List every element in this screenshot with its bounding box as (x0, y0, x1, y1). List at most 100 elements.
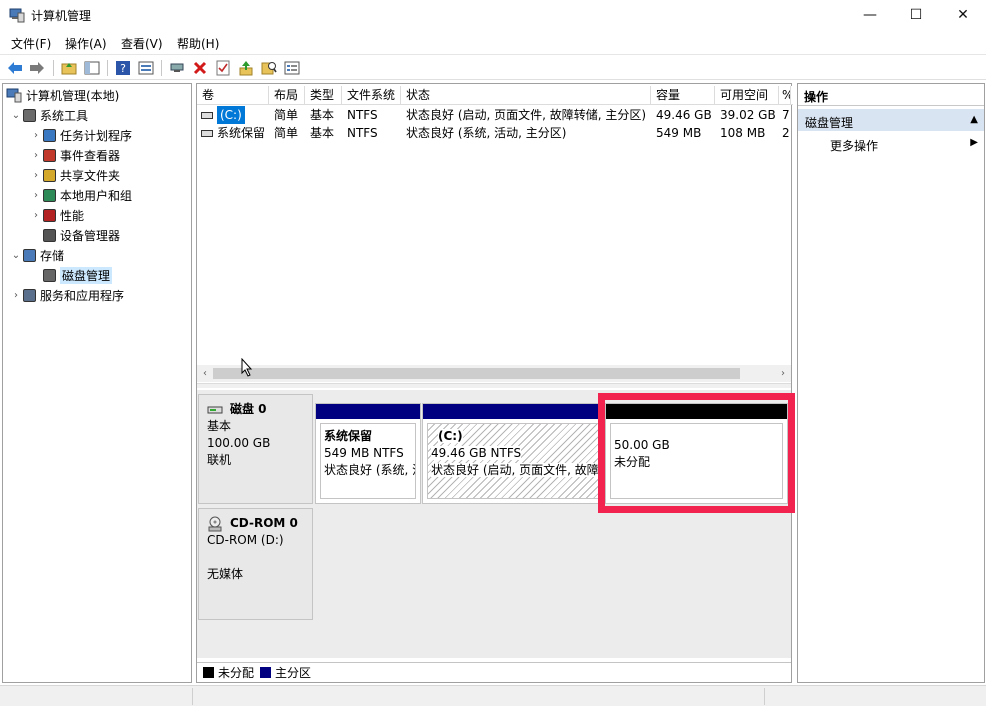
partition-name: 系统保留 (324, 429, 373, 443)
unallocated-bar (606, 404, 787, 419)
tree-item[interactable]: › 性能 (29, 206, 84, 224)
close-button[interactable]: ✕ (940, 0, 986, 30)
expanded-chevron-icon[interactable]: ⌄ (9, 250, 23, 261)
volume-name: 系统保留 (217, 126, 266, 140)
collapse-up-icon[interactable]: ▲ (970, 114, 978, 125)
table-row[interactable]: 系统保留 简单 基本 NTFS 状态良好 (系统, 活动, 主分区) 549 MB 108 … (197, 124, 793, 142)
menu-view[interactable]: 查看(V) (121, 35, 163, 52)
tree-item[interactable]: › 服务和应用程序 (9, 286, 124, 304)
collapsed-chevron-icon[interactable]: › (29, 150, 43, 161)
tree-item-label: 性能 (60, 208, 85, 223)
upload-icon[interactable] (237, 59, 255, 77)
disk-icon (43, 268, 56, 282)
cdrom-0-label[interactable]: CD-ROM 0 CD-ROM (D:) 无媒体 (198, 508, 313, 620)
cell-layout: 简单 (274, 108, 299, 122)
disk-0-label[interactable]: 磁盘 0 基本 100.00 GB 联机 (198, 394, 313, 504)
list-icon[interactable] (283, 59, 301, 77)
legend-unallocated-label: 未分配 (218, 666, 255, 680)
connect-icon[interactable] (168, 59, 186, 77)
partition-system-reserved[interactable]: 系统保留 549 MB NTFS 状态良好 (系统, 活动, 主分区) (315, 403, 421, 504)
back-icon[interactable] (6, 59, 24, 77)
maximize-button[interactable]: ☐ (893, 0, 939, 30)
scroll-right-icon[interactable]: › (775, 365, 791, 382)
tree-item[interactable]: › 共享文件夹 (29, 166, 120, 184)
cell-free: 39.02 GB (720, 108, 776, 122)
tree-root-label: 计算机管理(本地) (26, 88, 120, 103)
collapsed-chevron-icon[interactable]: › (29, 170, 43, 181)
legend-primary-swatch (260, 667, 272, 678)
cell-fs: NTFS (347, 126, 378, 140)
primary-partition-bar (423, 404, 603, 419)
submenu-arrow-icon: ▶ (970, 137, 978, 148)
column-status[interactable]: 状态 (401, 86, 651, 105)
volume-icon (201, 129, 213, 137)
partition-size: 49.46 GB NTFS (431, 446, 522, 460)
computer-management-icon (9, 8, 25, 23)
search-icon[interactable] (260, 59, 278, 77)
collapsed-chevron-icon[interactable]: › (29, 130, 43, 141)
tree-item[interactable]: › 本地用户和组 (29, 186, 132, 204)
device-manager-icon (43, 228, 56, 242)
disk-0-size: 100.00 GB (207, 436, 271, 450)
storage-icon (23, 248, 36, 262)
scroll-thumb[interactable] (213, 368, 740, 379)
actions-section-label: 磁盘管理 (805, 116, 854, 130)
computer-management-icon (6, 88, 22, 103)
show-tree-icon[interactable] (83, 59, 101, 77)
tree-item-label: 设备管理器 (60, 228, 121, 243)
collapsed-chevron-icon[interactable]: › (9, 290, 23, 301)
check-icon[interactable] (214, 59, 232, 77)
partition-unallocated[interactable]: 50.00 GB 未分配 (605, 403, 788, 504)
collapsed-chevron-icon[interactable]: › (29, 210, 43, 221)
menu-file[interactable]: 文件(F) (11, 35, 51, 52)
column-layout[interactable]: 布局 (269, 86, 305, 105)
cell-fs: NTFS (347, 108, 378, 122)
tree-item[interactable]: ⌄ 系统工具 (9, 106, 88, 124)
cell-status: 状态良好 (启动, 页面文件, 故障转储, 主分区) (406, 108, 647, 122)
properties-icon[interactable] (137, 59, 155, 77)
cell-status: 状态良好 (系统, 活动, 主分区) (406, 126, 567, 140)
column-capacity[interactable]: 容量 (651, 86, 715, 105)
delete-icon[interactable] (191, 59, 209, 77)
cell-capacity: 49.46 GB (656, 108, 712, 122)
column-type[interactable]: 类型 (305, 86, 342, 105)
cell-free: 108 MB (720, 126, 766, 140)
services-icon (23, 288, 36, 302)
more-actions-item[interactable]: 更多操作 ▶ (798, 134, 984, 154)
menu-help[interactable]: 帮助(H) (177, 35, 219, 52)
help-icon[interactable]: ? (114, 59, 132, 77)
status-bar (0, 685, 986, 706)
tree-item-label: 事件查看器 (60, 148, 121, 163)
navigation-tree: 计算机管理(本地) ⌄ 系统工具 › 任务计划程序 › 事件查看器 › 共享文件夹 › 本地用户和… (2, 83, 192, 683)
column-volume[interactable]: 卷 (197, 86, 269, 105)
horizontal-scrollbar[interactable]: ‹ › (197, 365, 791, 382)
tree-root[interactable]: 计算机管理(本地) (6, 86, 119, 104)
more-actions-label: 更多操作 (830, 139, 879, 153)
menu-action[interactable]: 操作(A) (65, 35, 107, 52)
column-percent[interactable]: % (779, 86, 791, 105)
pane-splitter[interactable] (197, 383, 791, 388)
tree-item[interactable]: › 任务计划程序 (29, 126, 132, 144)
cdrom-0-size (207, 549, 312, 566)
menu-bar: 文件(F) 操作(A) 查看(V) 帮助(H) (0, 31, 986, 53)
minimize-button[interactable]: — (847, 0, 893, 30)
tree-item[interactable]: 磁盘管理 (29, 266, 113, 284)
cdrom-0-name: CD-ROM 0 (230, 516, 298, 530)
cdrom-0-state: 无媒体 (207, 567, 244, 581)
disk-0-state: 联机 (207, 453, 232, 467)
forward-icon[interactable] (28, 59, 46, 77)
expanded-chevron-icon[interactable]: ⌄ (9, 110, 23, 121)
table-row[interactable]: (C:) 简单 基本 NTFS 状态良好 (启动, 页面文件, 故障转储, 主分区) 49… (197, 106, 793, 124)
tree-item[interactable]: › 事件查看器 (29, 146, 120, 164)
scroll-left-icon[interactable]: ‹ (197, 365, 213, 382)
up-folder-icon[interactable] (60, 59, 78, 77)
users-icon (43, 188, 56, 202)
tree-item[interactable]: ⌄ 存储 (9, 246, 64, 264)
tree-item[interactable]: 设备管理器 (29, 226, 120, 244)
column-free-space[interactable]: 可用空间 (715, 86, 779, 105)
partition-size: 549 MB NTFS (324, 446, 404, 460)
column-filesystem[interactable]: 文件系统 (342, 86, 401, 105)
actions-section-disk-management[interactable]: 磁盘管理 ▲ (798, 109, 984, 131)
partition-c-drive[interactable]: (C:) 49.46 GB NTFS 状态良好 (启动, 页面文件, 故障转储,… (422, 403, 604, 504)
collapsed-chevron-icon[interactable]: › (29, 190, 43, 201)
